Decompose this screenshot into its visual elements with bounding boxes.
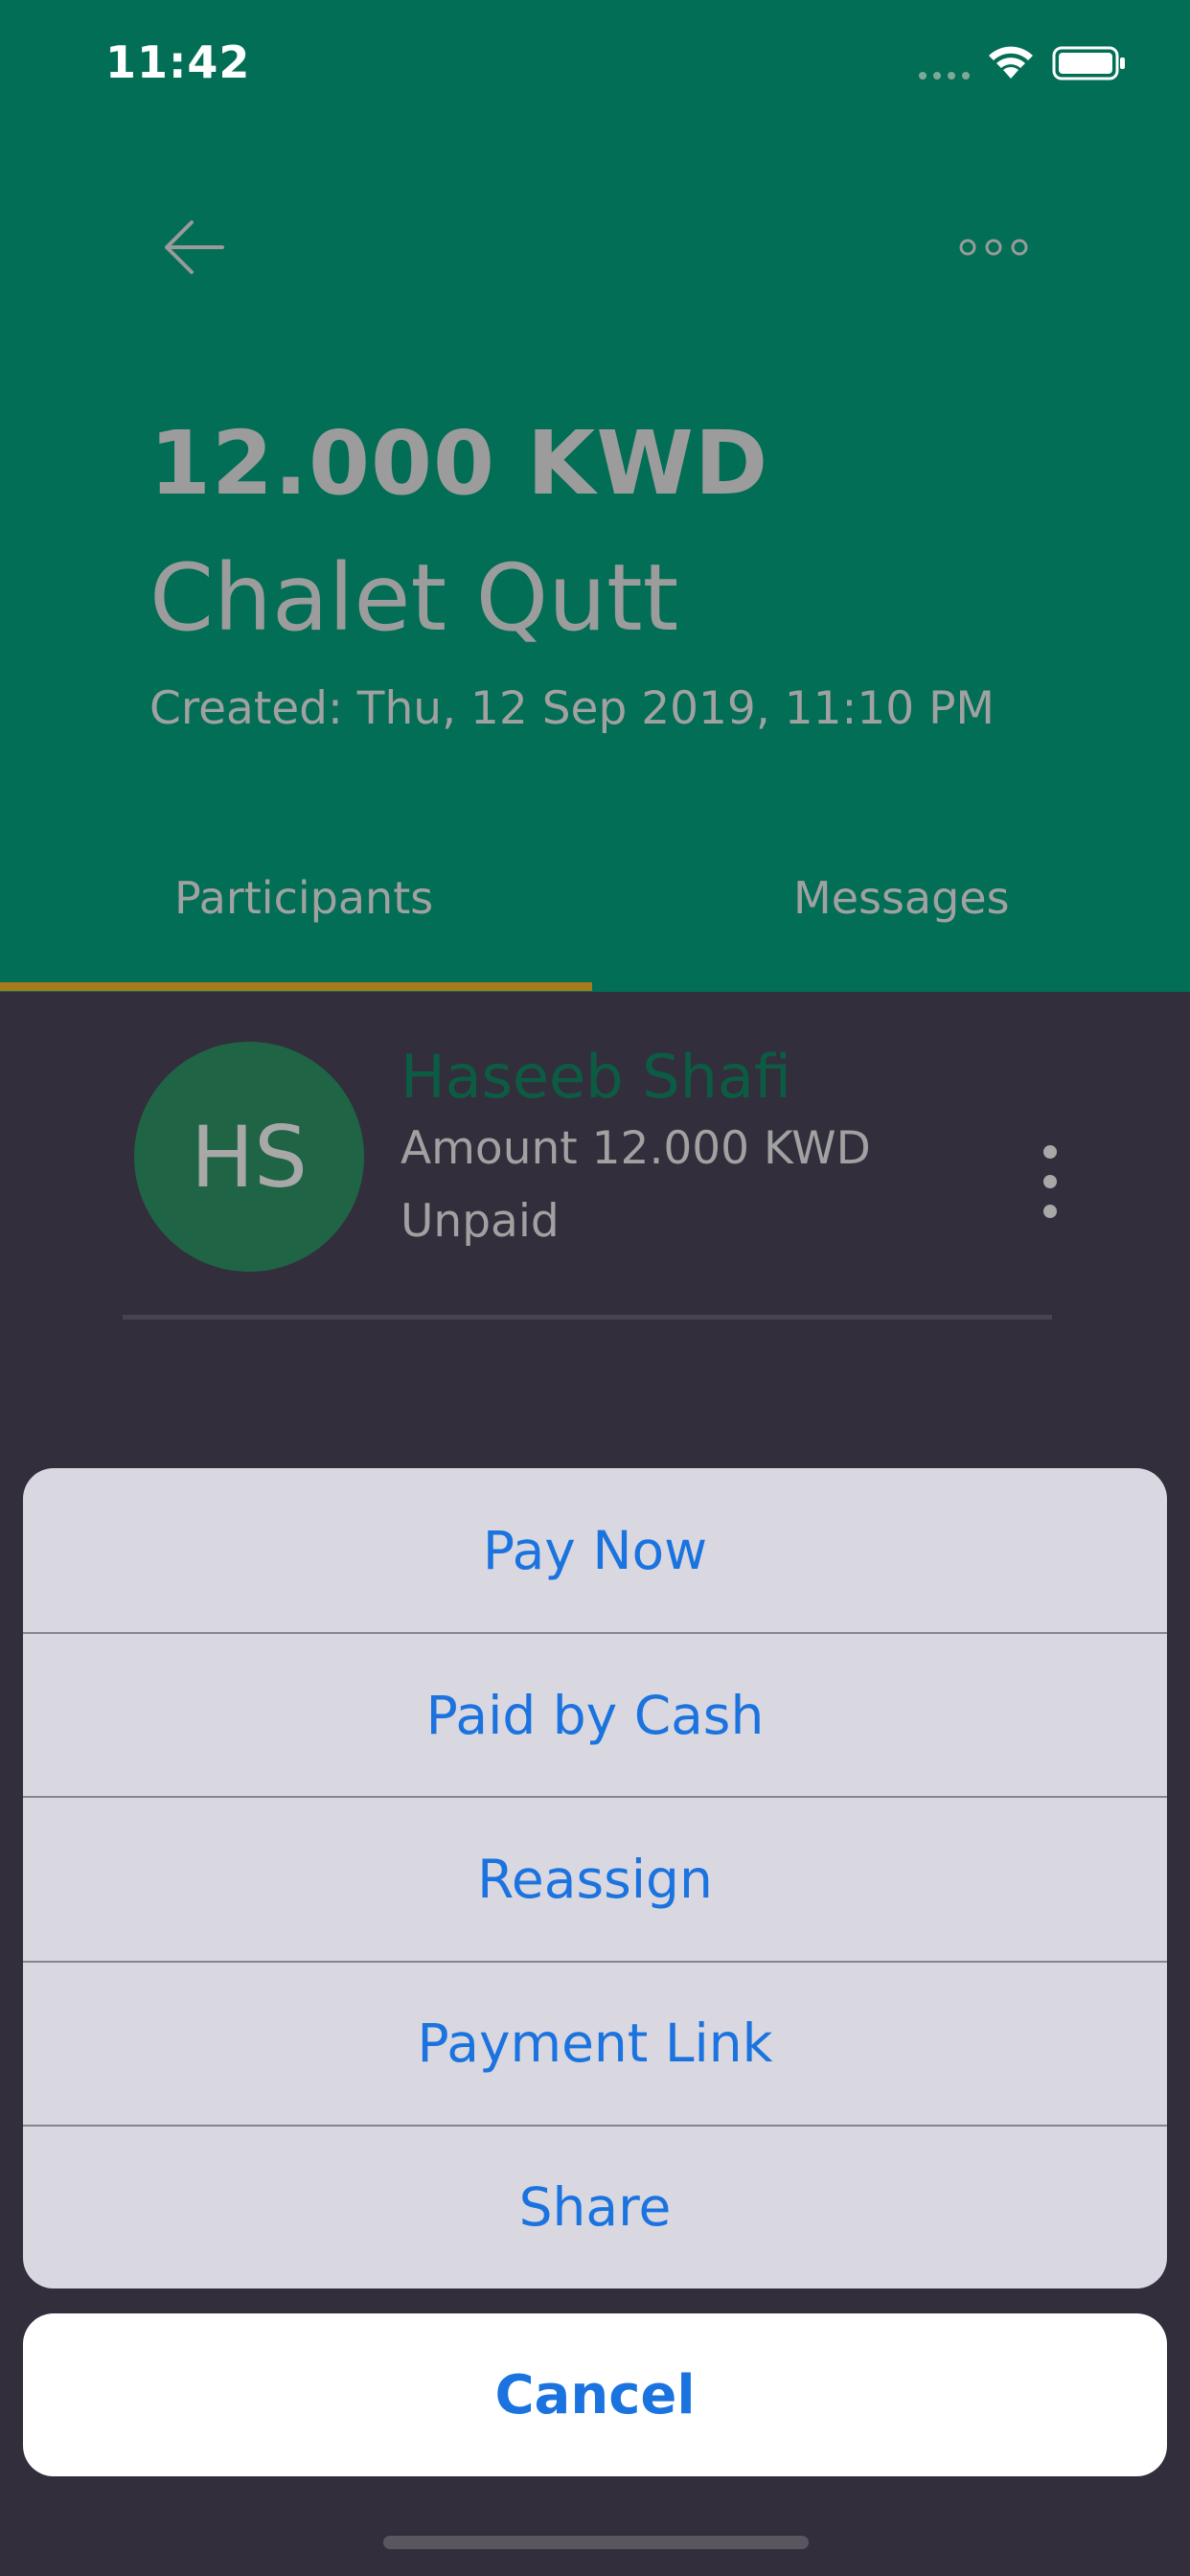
back-button[interactable] — [153, 211, 234, 284]
action-sheet: Pay Now Paid by Cash Reassign Payment Li… — [23, 1468, 1167, 2288]
more-options-button[interactable] — [950, 220, 1037, 274]
participant-menu-button[interactable] — [1027, 1145, 1073, 1218]
header: 11:42 12.000 KWD Chalet Qutt Created: Th… — [0, 0, 1190, 992]
participant-amount: Amount 12.000 KWD — [400, 1122, 871, 1175]
divider — [123, 1315, 1052, 1320]
tab-selected-indicator — [0, 982, 592, 991]
participant-name: Haseeb Shafi — [400, 1042, 791, 1112]
wifi-icon — [989, 46, 1033, 79]
bill-amount: 12.000 KWD — [149, 412, 769, 515]
paid-by-cash-button[interactable]: Paid by Cash — [23, 1632, 1167, 1796]
more-horizontal-icon — [959, 239, 1028, 256]
pay-now-button[interactable]: Pay Now — [23, 1468, 1167, 1632]
home-indicator[interactable] — [383, 2536, 809, 2549]
payment-status: Unpaid — [400, 1195, 560, 1248]
more-vertical-icon-dot — [1043, 1175, 1057, 1188]
created-date: Created: Thu, 12 Sep 2019, 11:10 PM — [149, 682, 995, 735]
participant-row[interactable]: HS Haseeb Shafi Amount 12.000 KWD Unpaid — [0, 992, 1190, 1320]
tab-messages[interactable]: Messages — [793, 872, 1010, 968]
avatar: HS — [134, 1042, 364, 1272]
share-button[interactable]: Share — [23, 2124, 1167, 2288]
reassign-button[interactable]: Reassign — [23, 1796, 1167, 1960]
arrow-left-icon — [165, 220, 224, 274]
status-time: 11:42 — [105, 36, 251, 88]
payment-link-button[interactable]: Payment Link — [23, 1960, 1167, 2125]
cancel-button[interactable]: Cancel — [23, 2313, 1167, 2476]
bill-title: Chalet Qutt — [149, 544, 679, 652]
tab-participants[interactable]: Participants — [174, 872, 433, 968]
more-vertical-icon-dot — [1043, 1205, 1057, 1218]
avatar-initials: HS — [190, 1107, 309, 1207]
more-vertical-icon — [1043, 1145, 1057, 1159]
status-bar: 11:42 — [0, 0, 1190, 134]
battery-icon — [1052, 46, 1125, 80]
cellular-signal-icon — [919, 72, 970, 80]
